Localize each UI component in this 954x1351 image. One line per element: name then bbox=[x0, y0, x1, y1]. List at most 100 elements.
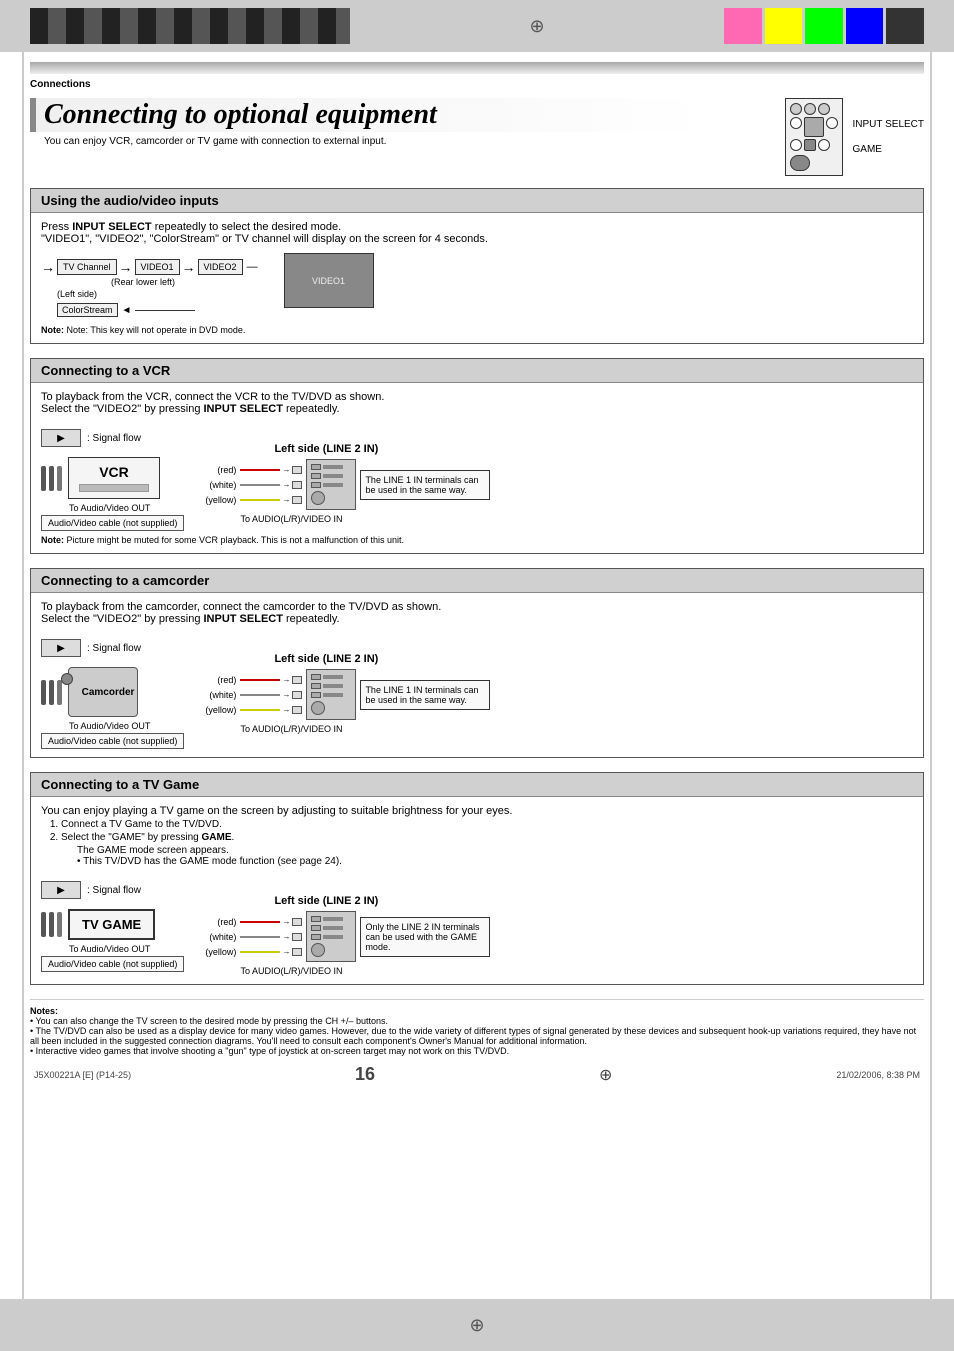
wire-red bbox=[240, 469, 280, 471]
vcr-wire-row: (red) (white) (yellow) → bbox=[194, 459, 490, 510]
camcorder-signal-flow: : Signal flow bbox=[41, 639, 184, 657]
tvgame-device-box: TV GAME bbox=[68, 909, 155, 940]
vcr-wire-white: → bbox=[240, 480, 302, 489]
cam-wire-y bbox=[240, 709, 280, 711]
cam-plug1 bbox=[41, 680, 46, 705]
tvgame-color-labels: (red) (white) (yellow) bbox=[194, 917, 236, 957]
tg-plug3 bbox=[57, 912, 62, 937]
wire-white bbox=[240, 484, 280, 486]
panel-row1 bbox=[311, 464, 351, 470]
notes-section: Notes: • You can also change the TV scre… bbox=[30, 999, 924, 1056]
vcr-side-note: The LINE 1 IN terminals can be used in t… bbox=[360, 470, 490, 500]
cam-wire-white: → bbox=[240, 690, 302, 699]
tg-wire-white: → bbox=[240, 932, 302, 941]
tvgame-wire-row: (red) (white) (yellow) → bbox=[194, 911, 490, 962]
tg-jack-yellow bbox=[292, 948, 302, 956]
button-grid-diagram bbox=[785, 98, 843, 176]
vcr-to-audio-out: To Audio/Video OUT bbox=[69, 503, 184, 513]
input-select-labels: INPUT SELECT GAME bbox=[853, 119, 925, 155]
tvgame-device-row: TV GAME bbox=[41, 909, 184, 940]
section-vcr-body: To playback from the VCR, connect the VC… bbox=[31, 383, 923, 553]
vcr-plugs bbox=[41, 466, 62, 491]
notes-title: Notes: bbox=[30, 1006, 924, 1016]
tvgame-to-audio-out: To Audio/Video OUT bbox=[69, 944, 184, 954]
cam-yellow-label: (yellow) bbox=[194, 705, 236, 715]
tg-wire-red: → bbox=[240, 917, 302, 926]
panel-row4 bbox=[311, 491, 351, 505]
note-item-3: • Interactive video games that involve s… bbox=[30, 1046, 924, 1056]
footer-crosshair: ⊕ bbox=[599, 1065, 612, 1085]
cam-jack-white bbox=[292, 691, 302, 699]
tg-wire-yellow: → bbox=[240, 947, 302, 956]
colorstream-arrow: ◄ bbox=[122, 305, 132, 316]
camcorder-left: : Signal flow bbox=[41, 633, 184, 749]
title-diagram: INPUT SELECT GAME bbox=[724, 98, 924, 176]
arrow2: → bbox=[182, 259, 196, 275]
vcr-signal-flow: : Signal flow bbox=[41, 429, 184, 447]
crosshair-icon bbox=[527, 16, 547, 36]
tg-yellow-label: (yellow) bbox=[194, 947, 236, 957]
cam-tv-panel bbox=[306, 669, 356, 720]
tvgame-plugs bbox=[41, 912, 62, 937]
panel-row3 bbox=[311, 482, 351, 488]
camcorder-wires: → → → bbox=[240, 675, 302, 714]
tg-to-audio-in: To AUDIO(L/R)/VIDEO IN bbox=[240, 966, 342, 976]
signal-arrow-camcorder bbox=[41, 639, 81, 657]
section-audio-video: Using the audio/video inputs Press INPUT… bbox=[30, 188, 924, 344]
audio-body1: Press INPUT SELECT repeatedly to select … bbox=[41, 221, 913, 233]
jack-white bbox=[292, 481, 302, 489]
top-rule bbox=[30, 62, 924, 74]
camcorder-signal-label: : Signal flow bbox=[87, 643, 141, 654]
camcorder-plug-row bbox=[41, 680, 62, 705]
tvgame-game-mode: The GAME mode screen appears. bbox=[77, 845, 913, 856]
camcorder-device-row: Camcorder bbox=[41, 667, 184, 717]
title-subtitle: You can enjoy VCR, camcorder or TV game … bbox=[44, 136, 704, 147]
audio-flow-diagram: → TV Channel → VIDEO1 → VIDEO2 — (Rear l… bbox=[41, 253, 913, 317]
cam-side-note: The LINE 1 IN terminals can be used in t… bbox=[360, 680, 490, 710]
tvgame-intro: You can enjoy playing a TV game on the s… bbox=[41, 805, 913, 817]
rear-lower-left-label: (Rear lower left) bbox=[111, 277, 258, 287]
tg-panel-r4 bbox=[311, 943, 351, 957]
flow-row-tvchannel: → TV Channel → VIDEO1 → VIDEO2 — bbox=[41, 259, 258, 275]
cam-white-label: (white) bbox=[194, 690, 236, 700]
tg-side-note: Only the LINE 2 IN terminals can be used… bbox=[360, 917, 490, 957]
note-item-2: • The TV/DVD can also be used as a displ… bbox=[30, 1026, 924, 1046]
game-label: GAME bbox=[853, 144, 925, 155]
signal-arrow-vcr bbox=[41, 429, 81, 447]
camcorder-label: Camcorder bbox=[82, 687, 135, 698]
cam-plug3 bbox=[57, 680, 62, 705]
page-content: Connections Connecting to optional equip… bbox=[30, 52, 924, 1155]
tvgame-left-side-label: Left side (LINE 2 IN) bbox=[274, 895, 378, 907]
color-block-pink bbox=[724, 8, 762, 44]
vcr-wires: → → → bbox=[240, 465, 302, 504]
camcorder-to-audio-out: To Audio/Video OUT bbox=[69, 721, 184, 731]
audio-note: Note: Note: This key will not operate in… bbox=[41, 325, 913, 335]
camcorder-wire-row: (red) (white) (yellow) → bbox=[194, 669, 490, 720]
page: Connections Connecting to optional equip… bbox=[0, 0, 954, 1351]
tvgame-wires: → → → bbox=[240, 917, 302, 956]
camcorder-device: Camcorder bbox=[68, 667, 138, 717]
tg-panel-r2 bbox=[311, 925, 351, 931]
tvgame-bullet: • This TV/DVD has the GAME mode function… bbox=[77, 856, 913, 867]
vcr-device-row: VCR bbox=[41, 457, 184, 499]
section-audio-header: Using the audio/video inputs bbox=[31, 189, 923, 213]
title-text-block: Connecting to optional equipment You can… bbox=[30, 98, 704, 147]
tvgame-wire-section: Left side (LINE 2 IN) (red) (white) (yel… bbox=[194, 895, 490, 976]
camcorder-left-side-label: Left side (LINE 2 IN) bbox=[274, 653, 378, 665]
camcorder-diagram-container: : Signal flow bbox=[41, 633, 913, 749]
input-select-diagram: INPUT SELECT GAME bbox=[785, 98, 925, 176]
input-select-label: INPUT SELECT bbox=[853, 119, 925, 130]
tvgame-plug-row bbox=[41, 912, 62, 937]
color-block-green bbox=[805, 8, 843, 44]
tvgame-list: Connect a TV Game to the TV/DVD. Select … bbox=[61, 819, 913, 867]
camcorder-cable-row: Audio/Video cable (not supplied) bbox=[41, 733, 184, 749]
colorstream-label: ColorStream bbox=[57, 303, 118, 317]
section-tvgame-body: You can enjoy playing a TV game on the s… bbox=[31, 797, 923, 984]
page-title-block: Connecting to optional equipment You can… bbox=[30, 98, 924, 176]
cam-jack-yellow bbox=[292, 706, 302, 714]
section-vcr-header: Connecting to a VCR bbox=[31, 359, 923, 383]
flow-tvchannel: TV Channel bbox=[57, 259, 117, 275]
camcorder-body2: Select the "VIDEO2" by pressing INPUT SE… bbox=[41, 613, 913, 625]
cam-panel-r2 bbox=[311, 683, 351, 689]
plug3 bbox=[57, 466, 62, 491]
